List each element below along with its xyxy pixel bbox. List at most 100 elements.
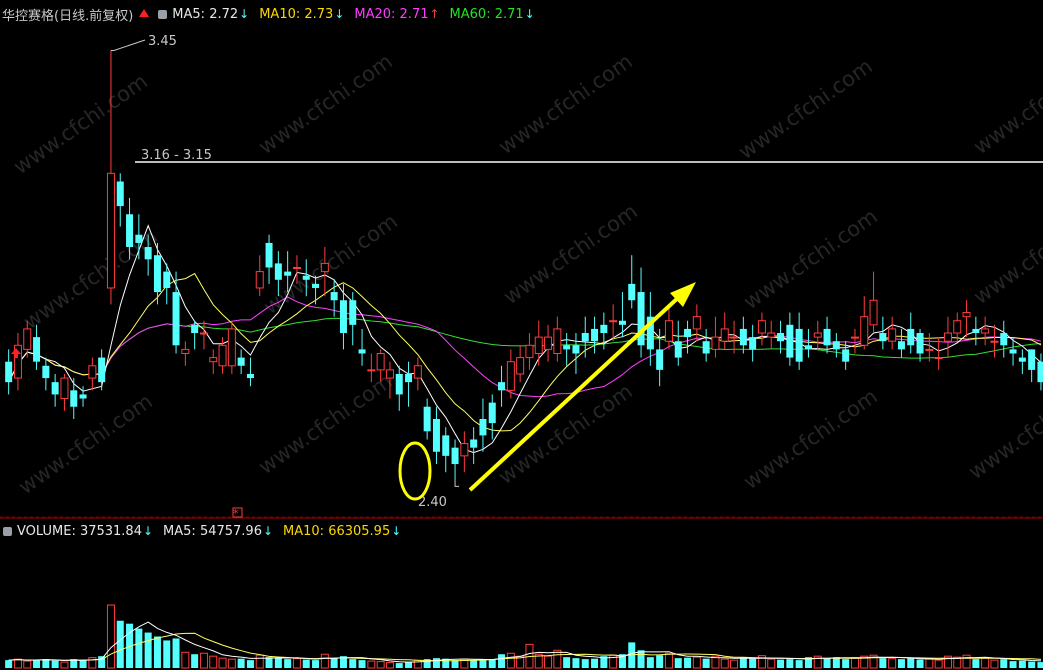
candle-body [628,283,636,301]
candle-body [413,365,422,379]
volume-bar [498,654,506,668]
candle-body [488,402,496,424]
volume-settings-square-icon[interactable] [3,526,12,536]
up-arrow-icon [139,9,150,17]
candle [544,324,553,362]
candle [116,173,124,227]
volume-bar [897,659,905,668]
candle [553,316,562,362]
candle [730,320,739,354]
volume-bar [506,652,515,669]
volume-bar [692,656,701,669]
watermark-text: www.cfchi.com [254,49,397,159]
volume-bar [786,659,794,668]
candle-body [777,333,785,342]
candle-body [470,439,478,448]
candle-body [172,292,180,346]
volume-bar [116,620,124,668]
candle-body [943,332,952,342]
volume-bar [274,658,282,668]
volume-bar [42,659,50,668]
volume-ma10-indicator: MA10: 66305.95↓ [283,524,401,539]
volume-bar [246,660,254,668]
candle [395,365,403,411]
candle [869,271,878,334]
candle [172,271,180,354]
volume-bar [199,652,208,669]
volume-bar [209,655,218,669]
candle-body [860,316,869,346]
high-price-label: 3.45 [148,34,177,49]
candle [804,328,812,358]
candle-body [209,357,218,363]
candle-body [749,337,757,350]
candle-body [990,340,999,343]
candle-body [674,341,682,358]
candle-body [842,349,850,362]
candle [767,320,776,350]
candle [498,365,506,407]
candle-body [609,320,618,323]
candle-body [126,214,134,248]
volume-bar [218,657,227,669]
candle-body [553,328,562,354]
candle-body [70,390,78,407]
ma20-value: MA20: 2.71 [354,6,429,22]
volume-bar [553,649,562,669]
volume-bar [767,658,776,669]
watermark-text: www.cfchi.com [254,369,397,479]
candle-body [60,377,69,400]
candle-body [358,349,366,354]
watermark-text: www.cfchi.com [739,384,882,494]
candle-body [385,369,394,379]
candle-body [498,382,506,391]
ma10-value: MA10: 2.73 [259,6,334,22]
candle [181,341,190,366]
candle [1028,349,1036,383]
candle [227,320,236,374]
candle-body [320,262,329,273]
candle [981,316,990,346]
volume-bar [470,660,478,668]
volume-bar [990,659,999,669]
candle-body [1037,361,1043,383]
watermark-text: www.cfchi.com [494,49,637,159]
kline-chart: www.cfchi.com www.cfchi.com www.cfchi.com w… [0,34,1043,669]
volume-bar [163,640,171,668]
candle [191,320,199,350]
candle-body [442,435,450,456]
candle-body [786,324,794,358]
candle-body [1000,333,1008,346]
candle [255,255,264,297]
candle-body [302,275,310,280]
candle-body [934,357,943,360]
volume-bar [5,660,13,668]
candle [265,234,273,284]
volume-ma10-value: MA10: 66305.95 [283,523,391,539]
volume-bar [674,658,682,668]
candle-body [23,328,32,350]
watermark-text: www.cfchi.com [969,199,1043,309]
settings-square-icon[interactable] [158,9,168,19]
ma60-value: MA60: 2.71 [449,6,524,22]
candle [423,398,431,440]
volume-bar [60,661,69,669]
candle-body [702,341,710,354]
volume-bar [33,659,41,668]
candle [88,357,97,391]
volume-bar [23,660,32,669]
candle-body [730,336,739,339]
candle [432,406,440,465]
watermark-text: www.cfchi.com [494,379,637,489]
volume-bar [591,658,599,668]
volume-bar [255,654,264,669]
candle [358,328,366,366]
candle [339,283,347,350]
volume-bar [432,658,440,668]
volume-bar [907,658,915,668]
candle-body [451,447,459,465]
volume-ma5-indicator: MA5: 54757.96↓ [163,524,273,539]
candle-body [925,348,934,351]
candle-body [218,344,227,367]
candle-body [879,333,887,342]
